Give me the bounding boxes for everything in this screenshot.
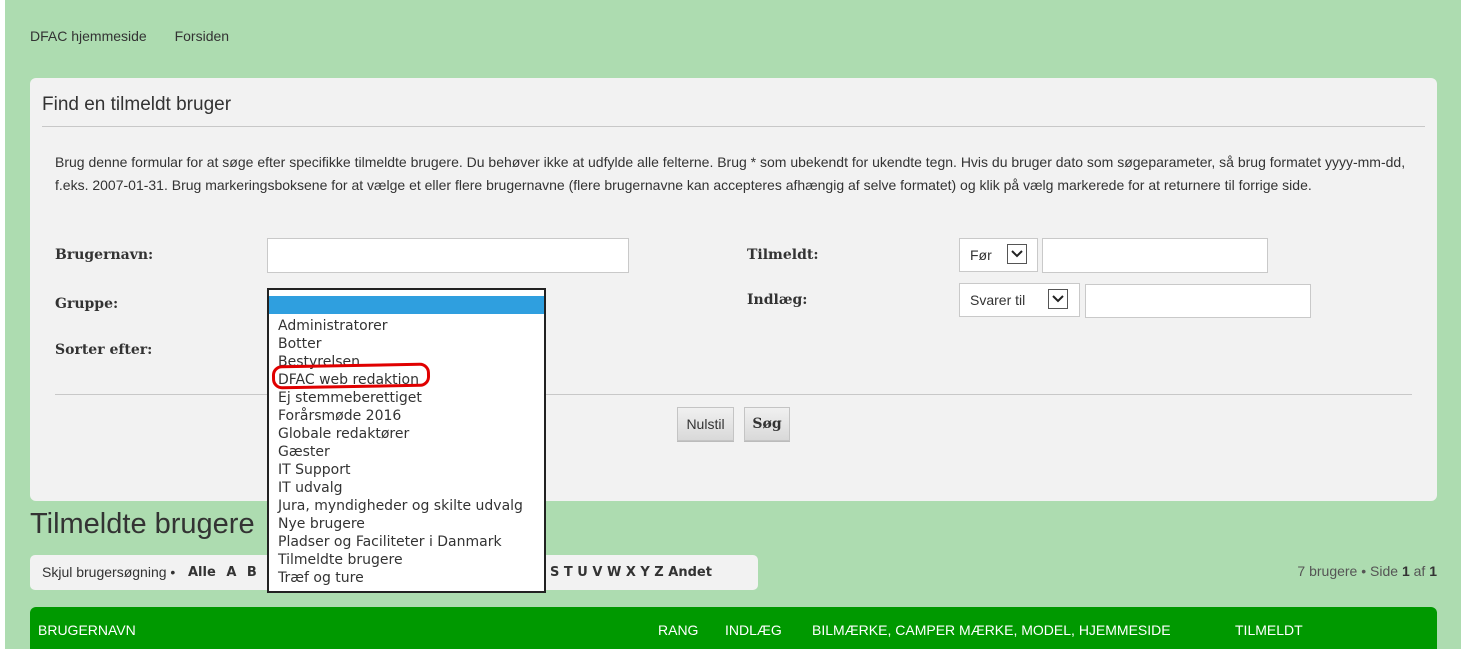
breadcrumb: DFAC hjemmeside Forsiden [30,28,253,44]
posts-select-value: Svarer til [970,292,1026,308]
letter-link[interactable]: B [247,565,257,580]
group-option[interactable]: Træf og ture [278,569,523,587]
chevron-down-icon [1048,289,1068,309]
joined-label: Tilmeldt: [747,247,819,263]
current-page: 1 [1401,563,1410,579]
letter-link[interactable]: Alle [188,565,216,580]
column-header-rank[interactable]: RANG [658,622,698,638]
posts-label: Indlæg: [747,292,808,308]
group-option[interactable]: Nye brugere [278,515,523,533]
panel-description: Brug denne formular for at søge efter sp… [55,154,1406,193]
red-annotation-circle [271,362,431,390]
pagination: 7 brugere • Side 1 af 1 [1297,563,1437,579]
breadcrumb-index-link[interactable]: Forsiden [175,28,229,44]
column-header-joined[interactable]: TILMELDT [1235,622,1303,638]
form-divider [55,394,1412,395]
column-header-username[interactable]: BRUGERNAVN [38,622,136,638]
group-option[interactable]: Jura, myndigheder og skilte udvalg [278,497,523,515]
letter-link[interactable]: A [226,565,236,580]
group-option[interactable]: Tilmeldte brugere [278,551,523,569]
breadcrumb-home-link[interactable]: DFAC hjemmeside [30,28,147,44]
hide-search-link[interactable]: Skjul brugersøgning • [42,555,175,590]
group-option[interactable]: Gæster [278,443,523,461]
search-button[interactable]: Søg [744,407,790,441]
members-title: Tilmeldte brugere [30,508,255,540]
panel-title-divider [42,126,1425,127]
group-option[interactable]: Administratorer [278,317,523,335]
group-option[interactable]: Botter [278,335,523,353]
username-label: Brugernavn: [55,247,154,263]
group-option[interactable]: Globale redaktører [278,425,523,443]
joined-date-input[interactable] [1042,238,1268,273]
reset-button[interactable]: Nulstil [677,407,734,441]
group-option[interactable]: Ej stemmeberettiget [278,389,523,407]
posts-count-input[interactable] [1085,284,1311,318]
search-panel: Find en tilmeldt bruger Brug denne formu… [30,78,1437,501]
dropdown-selected-empty-option[interactable] [269,296,544,314]
total-pages: 1 [1429,563,1437,579]
column-header-vehicle[interactable]: BILMÆRKE, CAMPER MÆRKE, MODEL, HJEMMESID… [812,622,1171,638]
group-option[interactable]: IT udvalg [278,479,523,497]
group-label: Gruppe: [55,296,119,312]
posts-select[interactable]: Svarer til [959,283,1080,317]
joined-select-value: Før [970,247,992,263]
column-header-posts[interactable]: INDLÆG [725,622,782,638]
username-input[interactable] [267,238,629,273]
members-table-header: BRUGERNAVN RANG INDLÆG BILMÆRKE, CAMPER … [30,607,1437,649]
letter-links-tail[interactable]: S T U V W X Y Z Andet [550,555,712,590]
group-dropdown-list[interactable]: Administratorer Botter Bestyrelsen DFAC … [267,288,546,593]
chevron-down-icon [1007,244,1027,264]
joined-select[interactable]: Før [959,238,1038,272]
group-option[interactable]: Forårsmøde 2016 [278,407,523,425]
group-option[interactable]: Pladser og Faciliteter i Danmark [278,533,523,551]
group-option[interactable]: IT Support [278,461,523,479]
member-count: 7 brugere • Side [1297,563,1399,579]
panel-title: Find en tilmeldt bruger [42,94,232,115]
sort-label: Sorter efter: [55,342,153,358]
page-of: af [1413,563,1426,579]
